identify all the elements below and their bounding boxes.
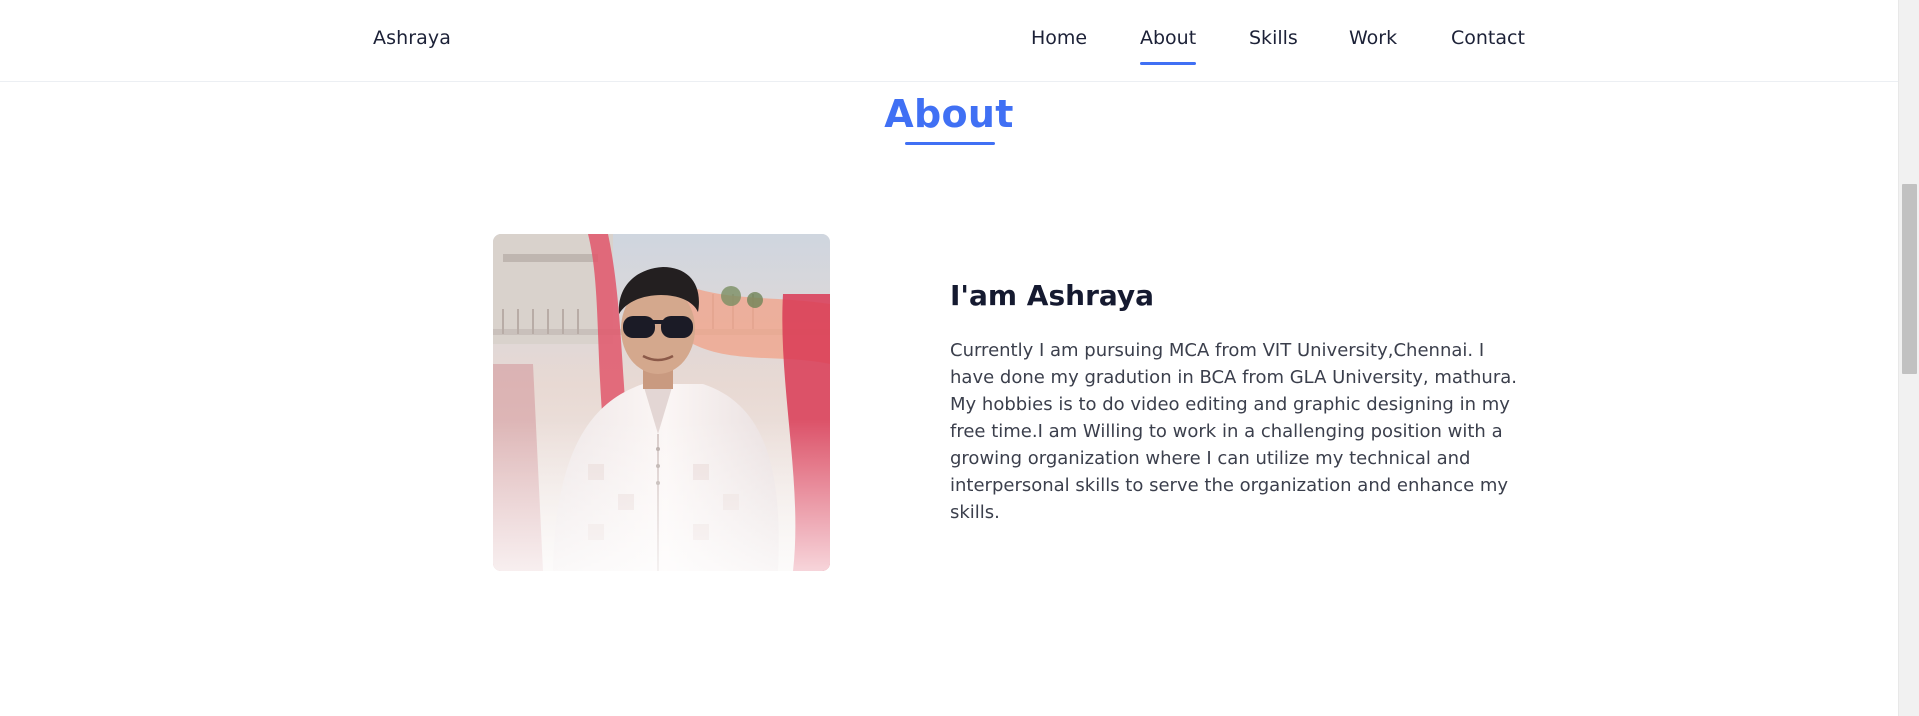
- vertical-scrollbar[interactable]: [1898, 0, 1919, 716]
- section-title-underline: [905, 142, 995, 145]
- about-description: Currently I am pursuing MCA from VIT Uni…: [950, 340, 1517, 523]
- nav-skills-link[interactable]: Skills: [1249, 27, 1298, 49]
- site-logo[interactable]: Ashraya: [373, 27, 451, 49]
- nav-home-link[interactable]: Home: [1031, 27, 1087, 49]
- main-nav: Home About Skills Work Contact: [1000, 27, 1525, 67]
- page: Ashraya Home About Skills Work Contact A…: [0, 0, 1919, 716]
- about-heading: I'am Ashraya: [950, 279, 1155, 312]
- site-header: Ashraya Home About Skills Work Contact: [0, 0, 1898, 82]
- profile-photo: [493, 234, 830, 571]
- nav-work-link[interactable]: Work: [1349, 27, 1397, 49]
- profile-photo-illustration: [493, 234, 830, 571]
- scrollbar-thumb[interactable]: [1902, 184, 1917, 374]
- section-title: About: [884, 92, 1014, 136]
- nav-about-link[interactable]: About: [1140, 27, 1197, 65]
- nav-contact-link[interactable]: Contact: [1451, 27, 1525, 49]
